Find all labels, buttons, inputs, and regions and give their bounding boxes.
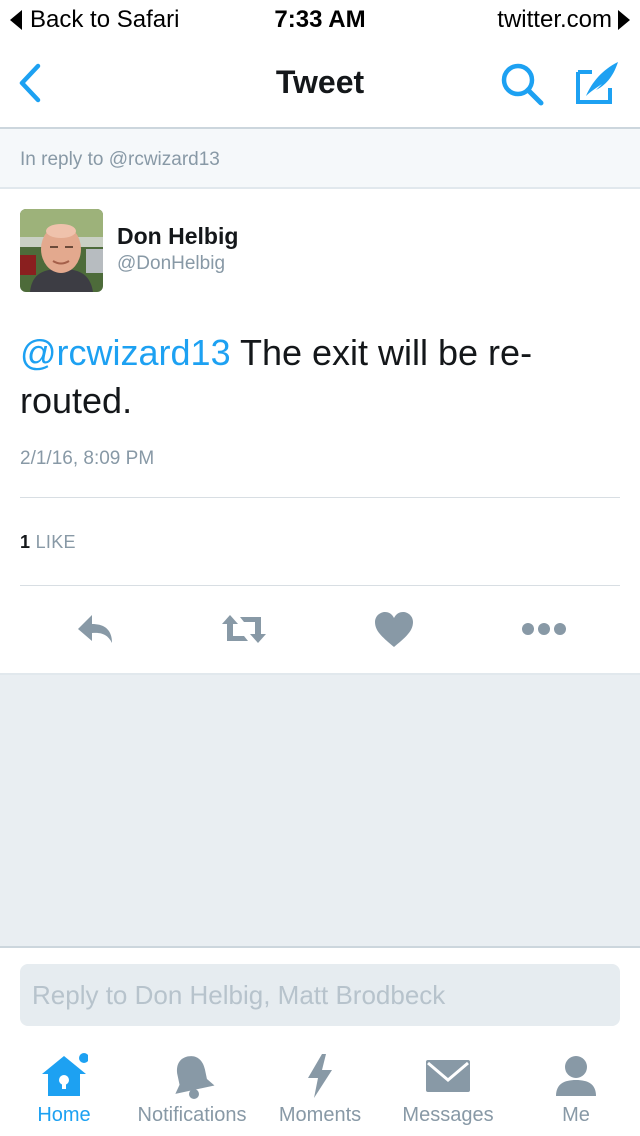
status-bar: Back to Safari 7:33 AM twitter.com [0, 0, 640, 40]
divider [20, 497, 620, 498]
forward-triangle-icon [618, 10, 630, 30]
compose-tweet-icon [576, 62, 618, 104]
author-name[interactable]: Don Helbig [117, 223, 238, 250]
reply-context-text: In reply to @rcwizard13 [20, 149, 220, 170]
like-count-value: 1 [20, 532, 31, 552]
navigation-bar: Tweet [0, 40, 640, 129]
like-count-label: LIKE [35, 532, 76, 552]
reply-icon [78, 615, 112, 643]
tweet-text: @rcwizard13 The exit will be re-routed. [20, 329, 600, 425]
tab-messages[interactable]: Messages [394, 1040, 502, 1136]
reply-composer [0, 946, 640, 1040]
tab-me-label: Me [562, 1104, 590, 1126]
reply-button[interactable] [72, 607, 120, 651]
reply-context-bar[interactable]: In reply to @rcwizard13 [0, 129, 640, 189]
like-heart-icon [375, 612, 413, 647]
site-label: twitter.com [497, 6, 612, 33]
person-icon [556, 1056, 596, 1096]
tab-bar: Home Notifications Moments Messages Me [0, 1040, 640, 1136]
mention-link[interactable]: @rcwizard13 [20, 332, 231, 373]
bell-icon [175, 1056, 215, 1099]
site-link[interactable]: twitter.com [497, 6, 630, 34]
search-icon [501, 63, 544, 106]
tab-home-label: Home [37, 1104, 91, 1126]
like-button[interactable] [370, 607, 418, 651]
home-icon [42, 1053, 88, 1096]
search-button[interactable] [498, 60, 546, 108]
tab-me[interactable]: Me [528, 1040, 624, 1136]
retweet-button[interactable] [220, 607, 268, 651]
tweet-timestamp: 2/1/16, 8:09 PM [20, 448, 155, 469]
more-icon [522, 623, 566, 635]
tab-messages-label: Messages [402, 1104, 494, 1126]
tab-notifications-label: Notifications [137, 1104, 247, 1126]
compose-tweet-button[interactable] [572, 58, 622, 108]
lightning-icon [308, 1054, 332, 1098]
reply-input[interactable] [20, 964, 620, 1026]
envelope-icon [426, 1060, 470, 1092]
divider [20, 585, 620, 586]
tab-moments[interactable]: Moments [268, 1040, 372, 1136]
author-handle[interactable]: @DonHelbig [117, 253, 225, 275]
retweet-icon [222, 615, 266, 643]
tab-moments-label: Moments [278, 1104, 362, 1126]
more-button[interactable] [520, 607, 568, 651]
tab-notifications[interactable]: Notifications [128, 1040, 256, 1136]
likes-count[interactable]: 1 LIKE [20, 532, 76, 553]
tab-home[interactable]: Home [12, 1040, 116, 1136]
avatar[interactable] [20, 209, 103, 292]
author-avatar-image [20, 209, 103, 292]
tweet-detail: Don Helbig @DonHelbig @rcwizard13 The ex… [0, 189, 640, 675]
